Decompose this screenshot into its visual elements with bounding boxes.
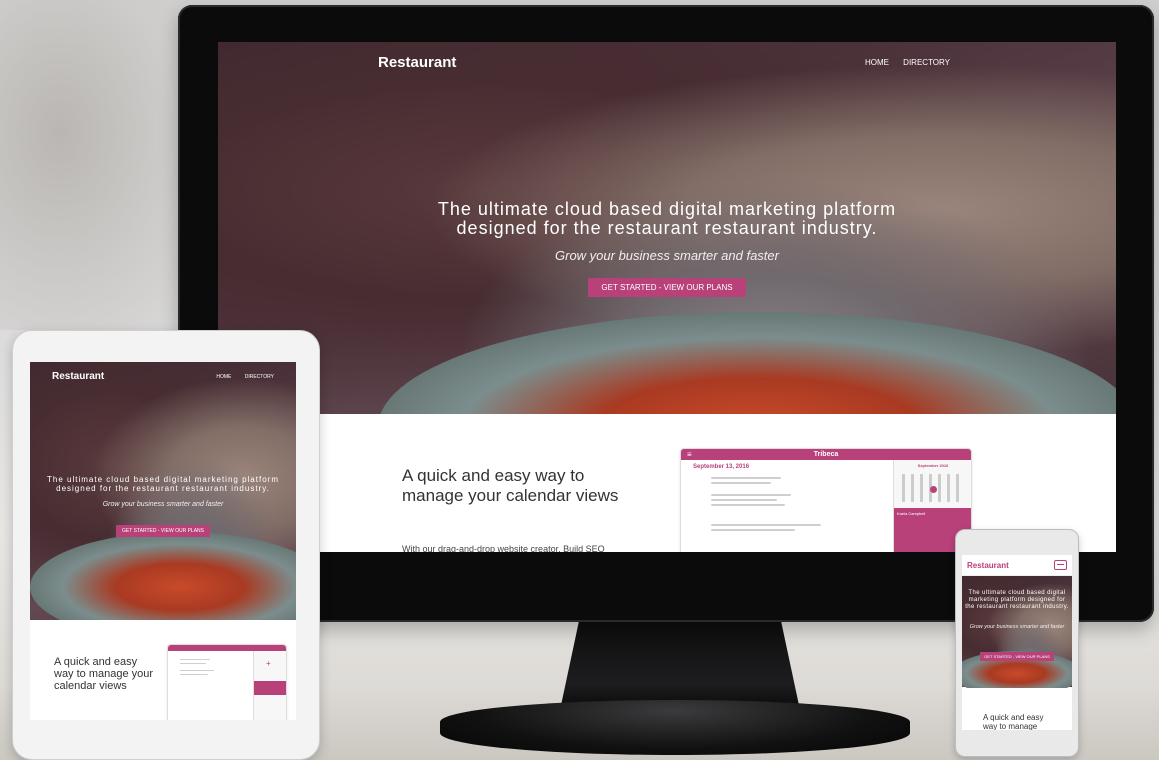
hero-headline-line1: The ultimate cloud based digital marketi… xyxy=(437,199,897,219)
tablet-hero-headline: The ultimate cloud based digital marketi… xyxy=(30,475,296,493)
nav-directory-link[interactable]: DIRECTORY xyxy=(903,58,950,67)
monitor-stand-neck xyxy=(560,620,800,710)
section-title: A quick and easy way to manage your cale… xyxy=(402,466,619,505)
calendar-entry[interactable] xyxy=(180,659,210,660)
hero-headline: The ultimate cloud based digital marketi… xyxy=(218,200,1116,238)
calendar-entries xyxy=(711,477,861,531)
top-nav: Restaurant HOME DIRECTORY xyxy=(378,54,950,71)
phone-features-section: A quick and easy way to manage your cale… xyxy=(962,687,1072,730)
calendar-entry[interactable] xyxy=(180,670,214,671)
tablet-section-title: A quick and easy way to manage your cale… xyxy=(54,656,154,692)
tablet-selected-card[interactable] xyxy=(254,681,286,695)
calendar-location: Tribeca xyxy=(813,451,839,458)
phone-brand-logo[interactable]: Restaurant xyxy=(967,561,1009,570)
nav-home-link[interactable]: HOME xyxy=(865,58,889,67)
calendar-entry[interactable] xyxy=(711,524,821,526)
add-icon[interactable]: + xyxy=(266,659,271,668)
selected-day-marker[interactable] xyxy=(930,486,937,493)
tablet-hero-tagline: Grow your business smarter and faster xyxy=(102,501,224,508)
tablet-features-section: A quick and easy way to manage your cale… xyxy=(30,620,296,720)
brand-logo[interactable]: Restaurant xyxy=(378,54,456,71)
tablet-nav-links: HOME DIRECTORY xyxy=(204,374,274,380)
tablet-top-nav: Restaurant HOME DIRECTORY xyxy=(52,371,274,382)
hamburger-menu-icon[interactable] xyxy=(1054,560,1067,570)
calendar-preview: ≡ Tribeca September 13, 2016 September 2… xyxy=(680,448,972,552)
calendar-entry[interactable] xyxy=(711,504,785,506)
hamburger-menu-icon[interactable]: ≡ xyxy=(687,449,692,460)
calendar-entry[interactable] xyxy=(711,494,791,496)
tablet-screen: Restaurant HOME DIRECTORY The ultimate c… xyxy=(30,362,296,720)
reservation-name: Kaela Campbell xyxy=(897,511,926,516)
nav-links: HOME DIRECTORY xyxy=(853,58,950,67)
tablet-get-started-button[interactable]: GET STARTED - VIEW OUR PLANS xyxy=(116,525,210,537)
tablet-brand-logo[interactable]: Restaurant xyxy=(52,371,104,382)
tablet-hero-section: Restaurant HOME DIRECTORY The ultimate c… xyxy=(30,362,296,620)
calendar-entry[interactable] xyxy=(711,477,781,479)
get-started-button[interactable]: GET STARTED - VIEW OUR PLANS xyxy=(588,278,746,297)
phone-get-started-button[interactable]: GET STARTED - VIEW OUR PLANS xyxy=(980,652,1054,661)
hero-section: Restaurant HOME DIRECTORY The ultimate c… xyxy=(218,42,1116,414)
food-plate-image xyxy=(30,532,296,620)
calendar-entry[interactable] xyxy=(711,499,777,501)
calendar-entry[interactable] xyxy=(180,663,206,664)
tablet-calendar-entries xyxy=(180,659,214,675)
mini-month-label: September 2016 xyxy=(917,463,949,468)
phone-hero-headline: The ultimate cloud based digital marketi… xyxy=(964,590,1070,611)
hero-tagline: Grow your business smarter and faster xyxy=(555,248,779,263)
phone-hero-tagline: Grow your business smarter and faster xyxy=(969,624,1065,630)
phone-screen: Restaurant The ultimate cloud based digi… xyxy=(962,555,1072,730)
tablet-headline-line1: The ultimate cloud based digital marketi… xyxy=(47,475,279,484)
phone-section-title: A quick and easy way to manage your cale… xyxy=(983,713,1044,730)
calendar-title-bar: ≡ Tribeca xyxy=(681,449,971,460)
tablet-calendar-preview: + xyxy=(167,644,287,720)
tablet-calendar-sidebar: + xyxy=(253,651,286,720)
food-plate-image xyxy=(378,312,1116,414)
tablet-nav-home-link[interactable]: HOME xyxy=(216,374,231,380)
monitor-screen: Restaurant HOME DIRECTORY The ultimate c… xyxy=(218,42,1116,552)
calendar-entry[interactable] xyxy=(180,674,208,675)
section-body: With our drag-and-drop website creator. … xyxy=(402,544,605,552)
tablet-headline-line2: designed for the restaurant restaurant i… xyxy=(56,484,270,493)
hero-headline-line2: designed for the restaurant restaurant i… xyxy=(456,218,878,238)
calendar-entry[interactable] xyxy=(711,482,771,484)
phone-top-nav: Restaurant xyxy=(962,555,1072,576)
monitor-stand-base xyxy=(440,700,910,755)
phone-hero-section: The ultimate cloud based digital marketi… xyxy=(962,576,1072,688)
tablet-nav-directory-link[interactable]: DIRECTORY xyxy=(245,374,274,380)
blurred-wall xyxy=(0,0,200,330)
calendar-entry[interactable] xyxy=(711,529,795,531)
